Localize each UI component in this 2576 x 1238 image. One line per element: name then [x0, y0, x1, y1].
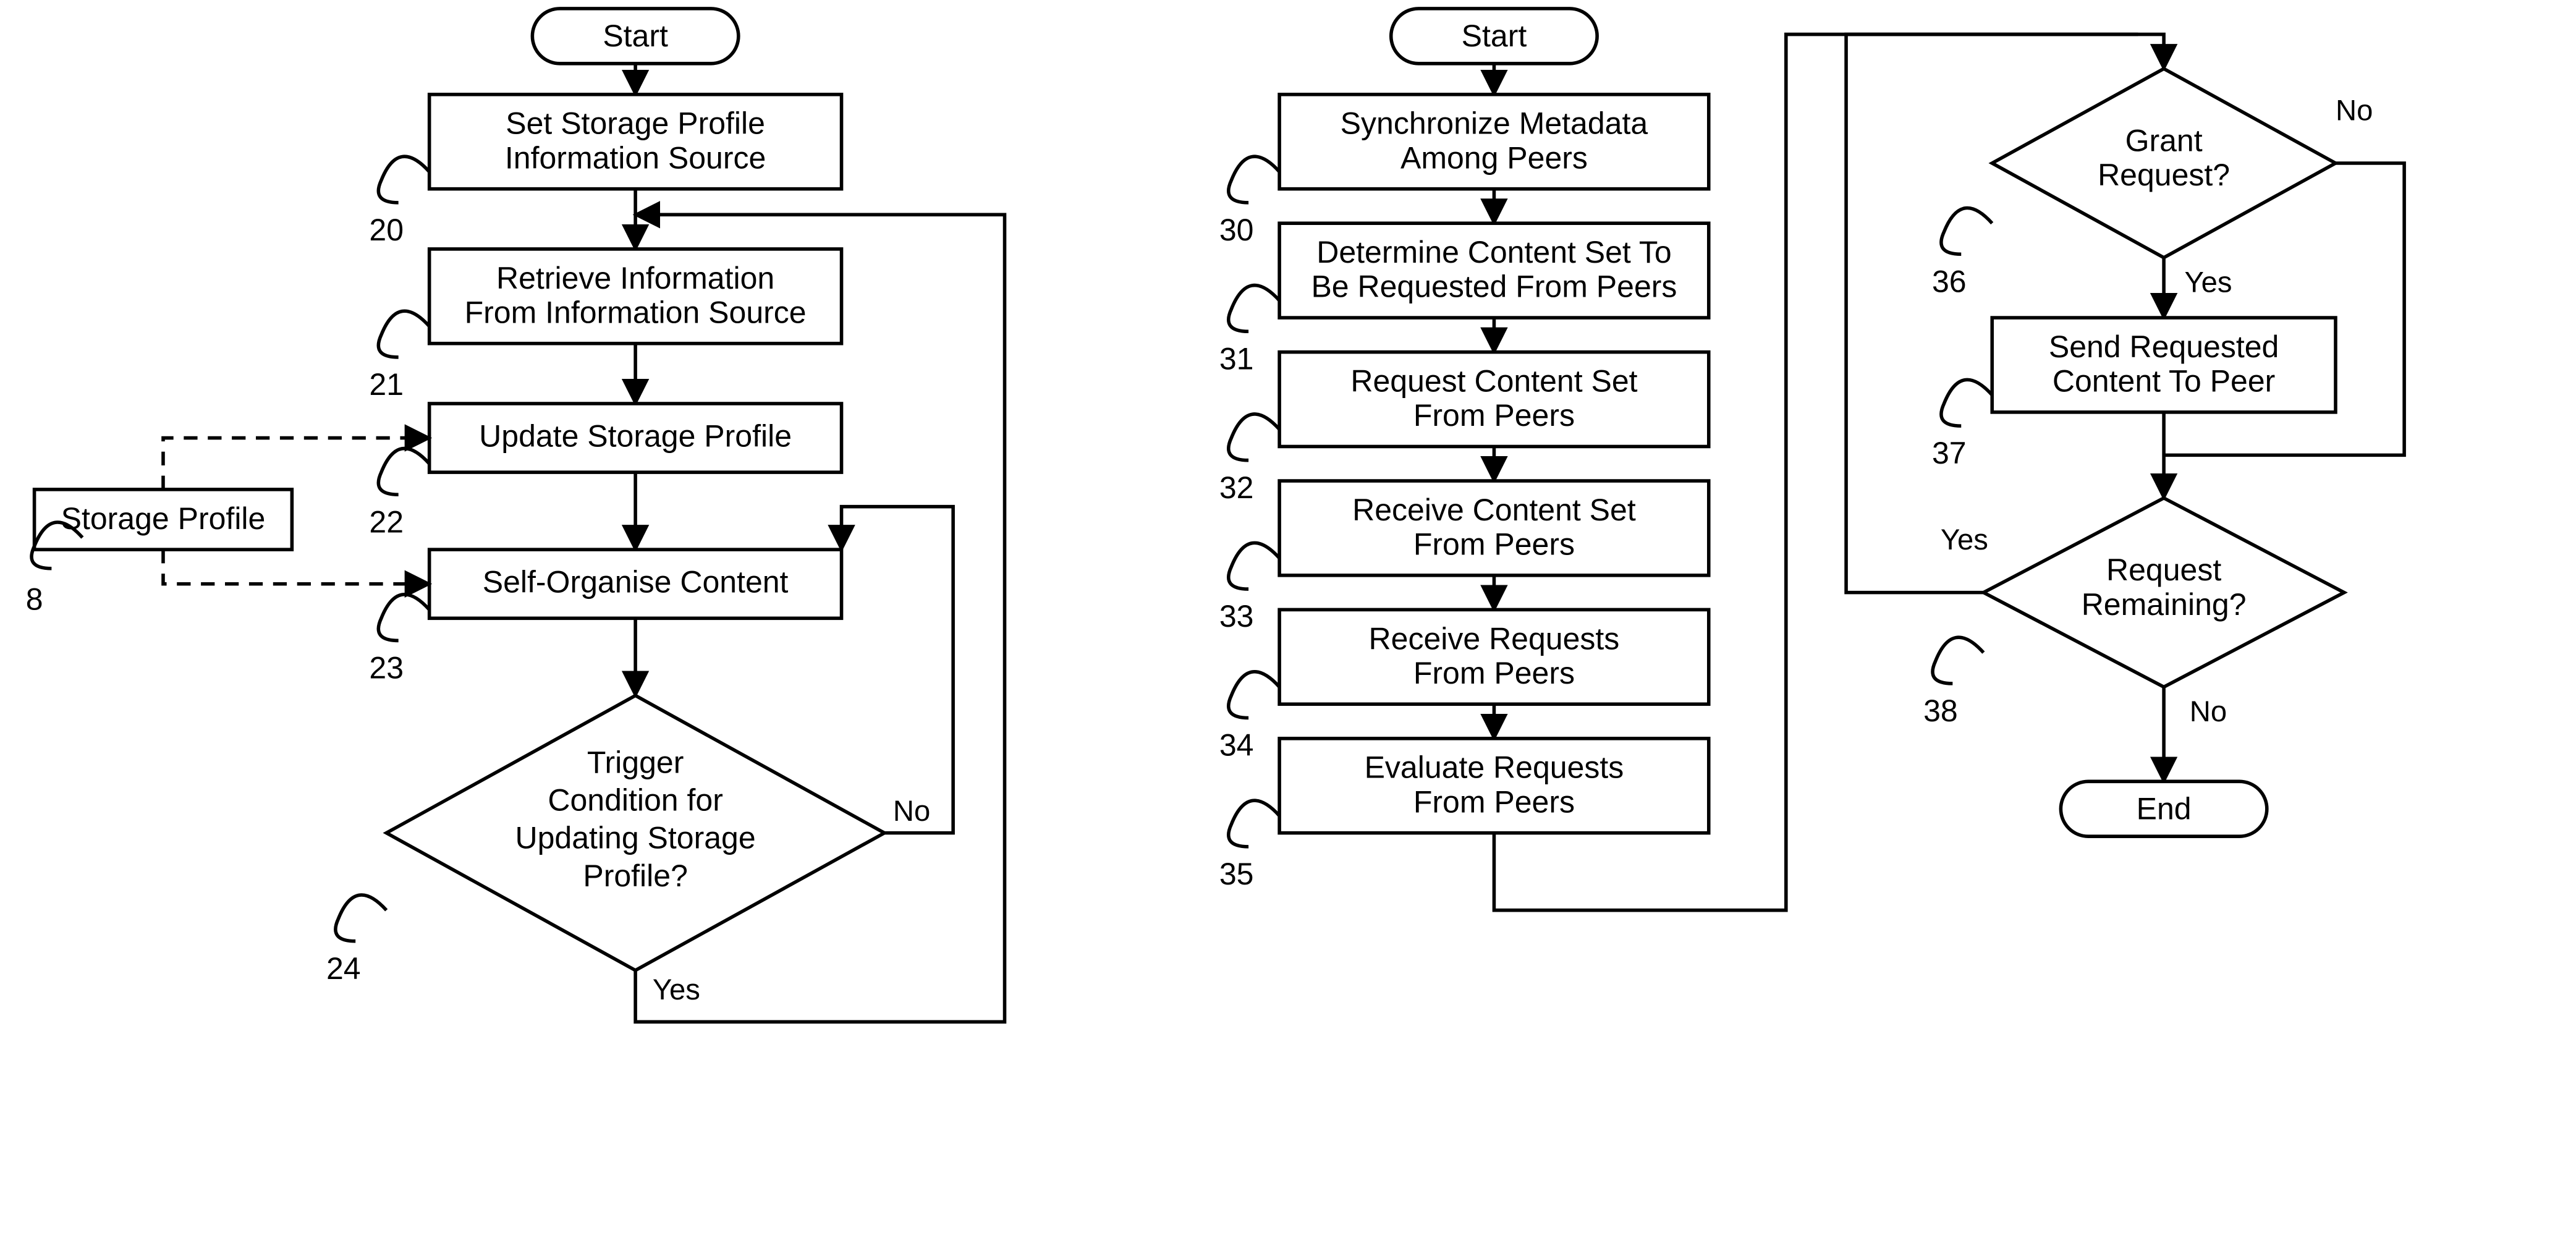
squiggle-icon	[1941, 379, 1992, 426]
box-32-l2: From Peers	[1413, 398, 1575, 433]
arrow-no-24	[842, 507, 954, 833]
middle-flow: Start Synchronize Metadata Among Peers 3…	[1219, 9, 2164, 910]
box-37-l2: Content To Peer	[2053, 364, 2275, 399]
label-no-36: No	[2336, 95, 2373, 127]
box-30-l1: Synchronize Metadata	[1341, 106, 1648, 141]
box-34-l2: From Peers	[1413, 656, 1575, 690]
squiggle-icon	[1229, 156, 1279, 203]
squiggle-icon	[1229, 800, 1279, 847]
box-21-l2: From Information Source	[465, 295, 807, 329]
squiggle-icon	[378, 449, 429, 495]
squiggle-icon	[378, 311, 429, 357]
ref-32: 32	[1219, 470, 1254, 505]
diamond-38-l1: Request	[2106, 553, 2221, 587]
diamond-24-l3: Updating Storage	[515, 821, 756, 855]
dashed-arrow-to-23	[163, 549, 430, 584]
diamond-24-l2: Condition for	[548, 783, 722, 818]
dashed-arrow-to-22	[163, 438, 430, 490]
box-33-l2: From Peers	[1413, 527, 1575, 562]
squiggle-icon	[336, 895, 386, 941]
ref-22: 22	[369, 504, 404, 539]
label-no-38: No	[2190, 695, 2227, 728]
box-31-l1: Determine Content Set To	[1316, 235, 1671, 269]
squiggle-icon	[1229, 286, 1279, 332]
left-flow: Start Set Storage Profile Information So…	[26, 9, 1005, 1022]
diamond-36-l1: Grant	[2125, 124, 2203, 158]
right-flow: Grant Request? 36 No Yes Send Requested …	[1846, 35, 2404, 837]
box-22-l1: Update Storage Profile	[479, 418, 792, 453]
ref-37: 37	[1932, 436, 1967, 470]
squiggle-icon	[1229, 672, 1279, 718]
end-label: End	[2137, 791, 2192, 826]
label-yes-24: Yes	[653, 973, 700, 1006]
diamond-24-l1: Trigger	[587, 745, 684, 779]
box-33-l1: Receive Content Set	[1352, 493, 1636, 527]
ref-34: 34	[1219, 728, 1254, 763]
squiggle-icon	[1933, 637, 1983, 684]
ref-31: 31	[1219, 341, 1254, 376]
box-32-l1: Request Content Set	[1350, 364, 1637, 399]
start-label-left: Start	[603, 19, 668, 53]
diamond-24-l4: Profile?	[583, 859, 688, 893]
storage-profile-label: Storage Profile	[61, 501, 266, 536]
start-label-mid: Start	[1462, 19, 1527, 53]
box-34-l1: Receive Requests	[1369, 621, 1620, 656]
box-37-l1: Send Requested	[2049, 329, 2279, 364]
diamond-36-l2: Request?	[2098, 158, 2230, 192]
squiggle-icon	[1229, 414, 1279, 460]
squiggle-icon	[1229, 543, 1279, 589]
squiggle-icon	[1941, 208, 1992, 255]
ref-24: 24	[326, 951, 361, 986]
box-35-l1: Evaluate Requests	[1365, 750, 1624, 785]
label-yes-38: Yes	[1941, 524, 1988, 556]
box-20-l2: Information Source	[505, 140, 766, 175]
box-21-l1: Retrieve Information	[496, 261, 774, 295]
squiggle-icon	[378, 595, 429, 641]
squiggle-icon	[378, 156, 429, 203]
ref-36: 36	[1932, 264, 1967, 299]
label-no-24: No	[893, 795, 930, 828]
ref-30: 30	[1219, 213, 1254, 247]
diamond-38-l2: Remaining?	[2082, 587, 2247, 622]
box-35-l2: From Peers	[1413, 784, 1575, 819]
ref-20: 20	[369, 213, 404, 247]
ref-38: 38	[1923, 693, 1958, 728]
label-yes-36: Yes	[2184, 266, 2232, 299]
ref-8: 8	[26, 582, 43, 616]
ref-23: 23	[369, 651, 404, 685]
ref-35: 35	[1219, 857, 1254, 891]
box-30-l2: Among Peers	[1400, 140, 1588, 175]
box-23-l1: Self-Organise Content	[483, 565, 789, 600]
ref-21: 21	[369, 367, 404, 402]
box-31-l2: Be Requested From Peers	[1311, 269, 1677, 304]
flowchart: Start Set Storage Profile Information So…	[0, 0, 2576, 1237]
ref-33: 33	[1219, 599, 1254, 634]
box-20-l1: Set Storage Profile	[506, 106, 765, 141]
